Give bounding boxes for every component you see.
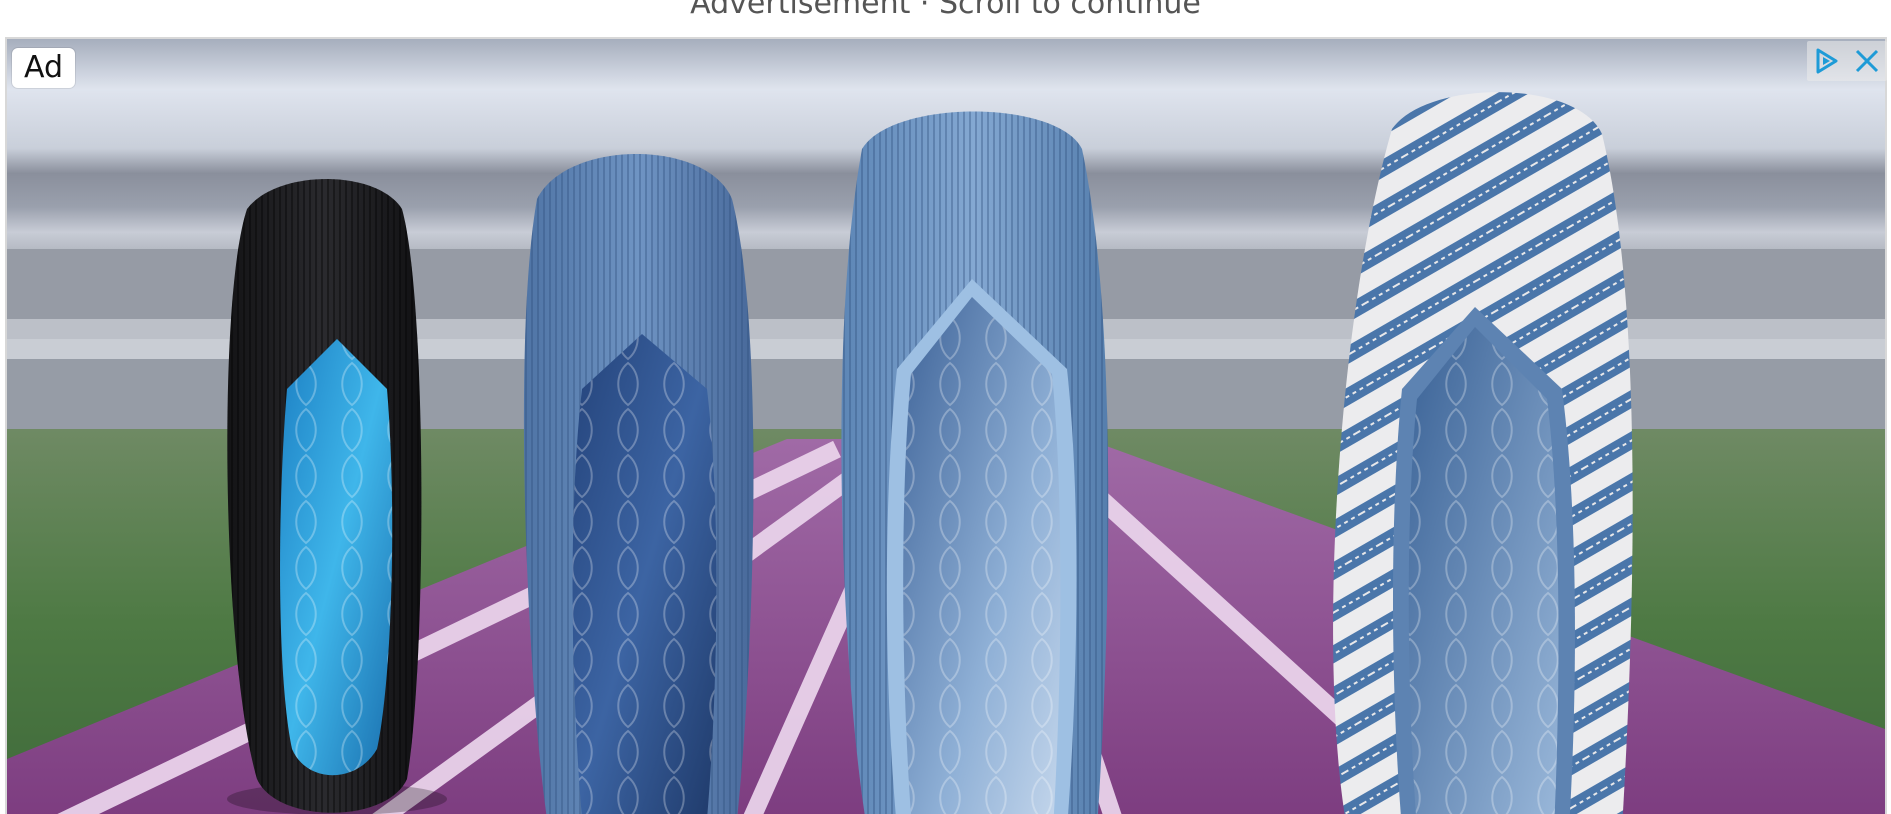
ad-creative[interactable] [5,37,1887,814]
shoe-blue [523,154,754,814]
adchoices-icon[interactable] [1807,41,1847,81]
ad-page: Advertisement · Scroll to continue Ad [0,0,1891,814]
ad-image[interactable] [7,39,1885,814]
close-icon[interactable] [1847,41,1887,81]
shoe-light-blue [841,111,1109,814]
ad-controls [1807,41,1887,81]
shoe-striped [1333,92,1633,814]
ad-caption: Advertisement · Scroll to continue [690,0,1201,21]
ad-badge: Ad [12,48,75,88]
